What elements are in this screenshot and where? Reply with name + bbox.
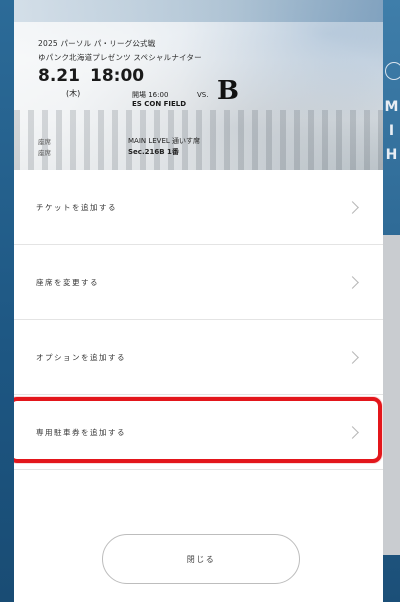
- chevron-right-icon: [346, 200, 359, 214]
- background-circle-icon: [385, 62, 400, 80]
- versus-label: VS.: [197, 91, 209, 99]
- menu-item-add-ticket[interactable]: チケットを追加する: [14, 170, 383, 245]
- menu-item-change-seat[interactable]: 座席を変更する: [14, 245, 383, 320]
- background-page-left: [0, 0, 14, 602]
- header-banner: [14, 0, 383, 22]
- event-title: ゆパンク北海道プレゼンツ スペシャルナイター: [38, 53, 202, 62]
- game-date: 8.21: [38, 66, 80, 86]
- game-header: 2025 パーソル パ・リーグ公式戦 ゆパンク北海道プレゼンツ スペシャルナイタ…: [14, 0, 383, 170]
- options-menu: チケットを追加する 座席を変更する オプションを追加する 専用駐車券を追加する: [14, 170, 383, 470]
- opponent-team-logo: B: [217, 76, 239, 106]
- close-button-label: 閉じる: [186, 554, 216, 564]
- menu-item-add-parking[interactable]: 専用駐車券を追加する: [14, 395, 383, 470]
- menu-item-label: オプションを追加する: [36, 352, 126, 362]
- ticket-options-sheet: 2025 パーソル パ・リーグ公式戦 ゆパンク北海道プレゼンツ スペシャルナイタ…: [14, 0, 383, 602]
- league-name: 2025 パーソル パ・リーグ公式戦: [38, 39, 156, 48]
- seat-level: MAIN LEVEL 通いす席: [128, 137, 201, 145]
- chevron-right-icon: [346, 425, 359, 439]
- seat-number: Sec.216B 1番: [128, 148, 179, 156]
- game-day-of-week: (木): [66, 89, 81, 98]
- background-page-right: MIH: [383, 0, 400, 602]
- menu-item-label: 座席を変更する: [36, 277, 99, 287]
- menu-item-add-option[interactable]: オプションを追加する: [14, 320, 383, 395]
- background-peek-text: MIH: [384, 99, 399, 163]
- background-panel: [383, 235, 400, 555]
- close-button[interactable]: 閉じる: [102, 534, 300, 584]
- menu-item-label: 専用駐車券を追加する: [36, 427, 126, 437]
- chevron-right-icon: [346, 275, 359, 289]
- venue-name: ES CON FIELD: [132, 100, 187, 108]
- menu-item-label: チケットを追加する: [36, 202, 117, 212]
- chevron-right-icon: [346, 350, 359, 364]
- game-time: 18:00: [90, 66, 145, 86]
- open-time: 開場 16:00: [132, 91, 169, 99]
- seat-area-label: 座席: [38, 138, 51, 146]
- seat-number-label: 座席: [38, 149, 51, 157]
